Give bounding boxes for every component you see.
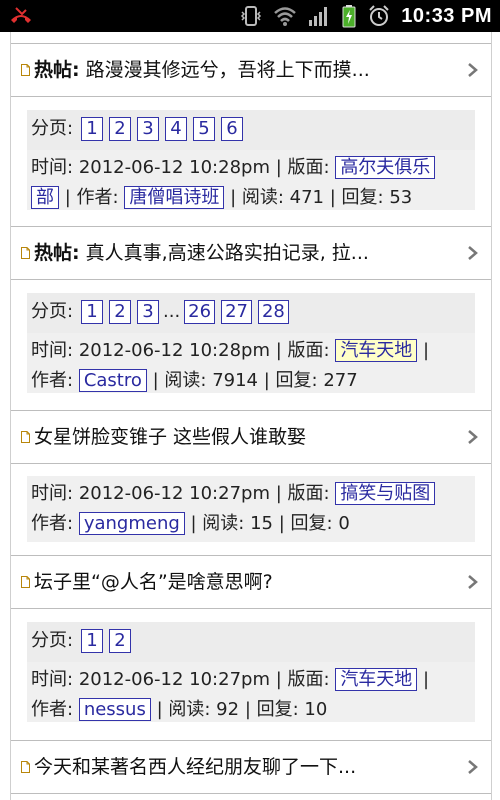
- signal-icon: [309, 7, 328, 26]
- author-link[interactable]: 唐僧唱诗班: [124, 186, 225, 209]
- thread-info-panel: 分页: 1 2 3 ... 26 27 28 时间: 2012-06-12 10…: [27, 293, 475, 393]
- missed-call-icon: [8, 4, 34, 28]
- document-icon: [21, 576, 30, 588]
- clock-time: 10:33 PM: [401, 4, 492, 27]
- thread-title[interactable]: 坛子里“@人名”是啥意思啊?: [34, 556, 454, 608]
- chevron-right-icon[interactable]: [467, 574, 479, 590]
- thread-meta: 时间: 2012-06-12 10:28pm | 版面: 高尔夫俱乐 部 | 作…: [31, 153, 471, 213]
- document-icon: [21, 761, 30, 773]
- thread-info-panel: 时间: 2012-06-12 10:27pm | 版面: 搞笑与贴图 作者: y…: [27, 476, 475, 542]
- board-link[interactable]: 汽车天地: [335, 339, 418, 362]
- read-count: 15: [250, 513, 274, 534]
- page-link[interactable]: 6: [221, 117, 243, 141]
- chevron-right-icon[interactable]: [467, 759, 479, 775]
- read-count: 92: [216, 699, 240, 720]
- page-link[interactable]: 2: [109, 300, 131, 324]
- document-icon: [21, 431, 30, 443]
- wifi-icon: [274, 7, 297, 26]
- author-link[interactable]: Castro: [78, 369, 147, 392]
- thread-title[interactable]: 热帖: 真人真事,高速公路实拍记录, 拉...: [34, 227, 454, 279]
- pagination: 分页: 1 2 3 4 5 6: [27, 110, 475, 150]
- post-time: 2012-06-12 10:28pm: [78, 157, 270, 178]
- page-link[interactable]: 5: [193, 117, 215, 141]
- page-link[interactable]: 3: [137, 300, 159, 324]
- post-time: 2012-06-12 10:27pm: [78, 669, 270, 690]
- page-link[interactable]: 1: [81, 117, 103, 141]
- author-link[interactable]: nessus: [78, 698, 151, 721]
- thread-meta: 时间: 2012-06-12 10:27pm | 版面: 汽车天地 | 作者: …: [31, 668, 430, 721]
- chevron-right-icon[interactable]: [467, 62, 479, 78]
- read-count: 7914: [212, 370, 259, 391]
- pagination-ellipsis: ...: [163, 301, 181, 322]
- battery-icon: [342, 5, 356, 28]
- thread-info-panel: 分页: 1 2 3 4 5 6 时间: 2012-06-12 10:28pm |…: [27, 110, 475, 210]
- board-link[interactable]: 汽车天地: [335, 668, 418, 691]
- page-link[interactable]: 2: [109, 117, 131, 141]
- thread-row[interactable]: 坛子里“@人名”是啥意思啊?: [11, 555, 491, 609]
- board-link[interactable]: 搞笑与贴图: [335, 482, 436, 505]
- document-icon: [21, 64, 30, 76]
- thread-row[interactable]: 热帖: 真人真事,高速公路实拍记录, 拉...: [11, 226, 491, 280]
- page-label: 分页:: [31, 630, 74, 651]
- page-label: 分页:: [31, 301, 74, 322]
- chevron-right-icon[interactable]: [467, 245, 479, 261]
- page-link[interactable]: 27: [221, 300, 252, 324]
- page-link[interactable]: 26: [184, 300, 216, 324]
- page-link[interactable]: 28: [257, 300, 289, 324]
- page-label: 分页:: [31, 118, 74, 139]
- post-time: 2012-06-12 10:27pm: [78, 483, 270, 504]
- hot-prefix: 热帖:: [34, 59, 80, 81]
- page-link[interactable]: 4: [165, 117, 187, 141]
- reply-count: 277: [323, 370, 358, 391]
- list-container: 热帖: 路漫漫其修远兮，吾将上下而摸... 分页: 1 2 3 4 5 6 时间…: [10, 32, 492, 800]
- page-link[interactable]: 1: [81, 300, 103, 324]
- thread-meta: 时间: 2012-06-12 10:28pm | 版面: 汽车天地 | 作者: …: [31, 339, 430, 392]
- thread-title[interactable]: 女星饼脸变锥子 这些假人谁敢娶: [34, 411, 454, 463]
- thread-row[interactable]: 女星饼脸变锥子 这些假人谁敢娶: [11, 410, 491, 464]
- read-count: 471: [289, 187, 325, 208]
- thread-info-panel: 分页: 1 2 时间: 2012-06-12 10:27pm | 版面: 汽车天…: [27, 622, 475, 722]
- page-link[interactable]: 1: [81, 629, 103, 653]
- hot-prefix: 热帖:: [34, 242, 80, 264]
- post-time: 2012-06-12 10:28pm: [78, 340, 270, 361]
- alarm-icon: [369, 5, 389, 26]
- document-icon: [21, 247, 30, 259]
- board-link-cont[interactable]: 部: [31, 186, 59, 209]
- reply-count: 0: [338, 513, 350, 534]
- thread-title[interactable]: 今天和某著名西人经纪朋友聊了一下...: [34, 741, 454, 793]
- page-link[interactable]: 3: [137, 117, 159, 141]
- pagination: 分页: 1 2 3 ... 26 27 28: [27, 293, 475, 333]
- thread-title[interactable]: 热帖: 路漫漫其修远兮，吾将上下而摸...: [34, 44, 454, 96]
- reply-count: 53: [389, 187, 413, 208]
- vibrate-icon: [241, 6, 262, 26]
- thread-list[interactable]: 热帖: 路漫漫其修远兮，吾将上下而摸... 分页: 1 2 3 4 5 6 时间…: [0, 32, 500, 800]
- status-bar: 10:33 PM: [0, 0, 500, 32]
- author-link[interactable]: yangmeng: [78, 512, 185, 535]
- board-link[interactable]: 高尔夫俱乐: [335, 156, 436, 179]
- pagination: 分页: 1 2: [27, 622, 475, 662]
- thread-row[interactable]: 今天和某著名西人经纪朋友聊了一下...: [11, 740, 491, 794]
- chevron-right-icon[interactable]: [467, 429, 479, 445]
- reply-count: 10: [304, 699, 328, 720]
- thread-row[interactable]: 热帖: 路漫漫其修远兮，吾将上下而摸...: [11, 43, 491, 97]
- thread-meta: 时间: 2012-06-12 10:27pm | 版面: 搞笑与贴图 作者: y…: [31, 479, 471, 539]
- page-link[interactable]: 2: [109, 629, 131, 653]
